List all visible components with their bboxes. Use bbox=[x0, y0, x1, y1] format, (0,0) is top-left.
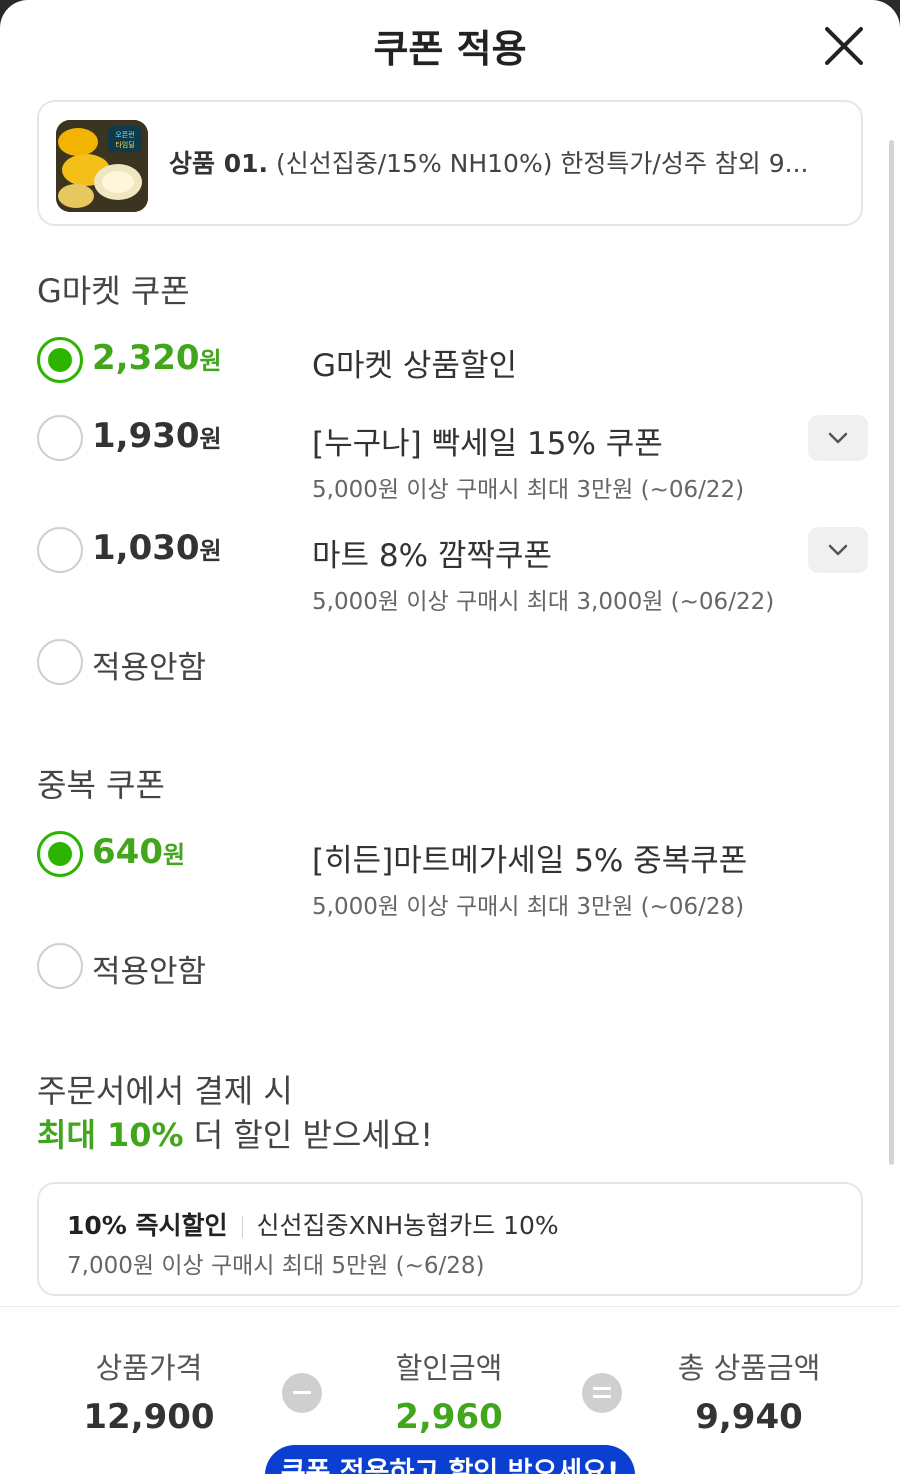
chevron-down-icon bbox=[828, 544, 848, 556]
amount-unit: 원 bbox=[199, 537, 222, 565]
radio-gmarket-none[interactable] bbox=[37, 639, 83, 685]
amount-value: 1,930 bbox=[92, 416, 200, 456]
apply-coupon-button[interactable]: 쿠폰 적용하고 할인 받으세요! bbox=[265, 1445, 635, 1474]
price-summary: 상품가격 12,900 할인금액 2,960 총 상품금액 9,940 쿠폰 적… bbox=[0, 1306, 900, 1474]
radio-gmarket-2320[interactable] bbox=[37, 337, 83, 383]
scrollbar[interactable] bbox=[889, 140, 894, 1165]
coupon-amount: 2,320원 bbox=[92, 338, 222, 378]
radio-gmarket-1930[interactable] bbox=[37, 415, 83, 461]
promo-rest: 더 할인 받으세요! bbox=[183, 1116, 434, 1154]
thumb-text-1: 오픈런 bbox=[115, 130, 134, 139]
card-offer-box: 10% 즉시할인 신선집중XNH농협카드 10% 7,000원 이상 구매시 최대… bbox=[37, 1182, 863, 1296]
card-offer-condition: 7,000원 이상 구매시 최대 5만원 (~6/28) bbox=[67, 1253, 485, 1279]
promo-text: 주문서에서 결제 시 bbox=[37, 1072, 293, 1110]
radio-duplicate-none[interactable] bbox=[37, 943, 83, 989]
promo-highlight: 최대 10% bbox=[37, 1116, 184, 1154]
total-label: 총 상품금액 bbox=[677, 1351, 821, 1385]
radio-gmarket-1030[interactable] bbox=[37, 527, 83, 573]
amount-value: 1,030 bbox=[92, 528, 200, 568]
gmarket-coupon-title: G마켓 쿠폰 bbox=[37, 272, 190, 310]
product-card: 오픈런 타임딜 상품 01. (신선집중/15% NH10%) 한정특가/성주 … bbox=[37, 100, 863, 226]
promo-highlight-text: 최대 10% 더 할인 받으세요! bbox=[37, 1110, 433, 1156]
coupon-name: [누구나] 빡세일 15% 쿠폰 bbox=[312, 426, 663, 462]
amount-unit: 원 bbox=[199, 425, 222, 453]
coupon-amount: 1,030원 bbox=[92, 528, 222, 568]
close-icon[interactable] bbox=[820, 22, 868, 70]
coupon-condition: 5,000원 이상 구매시 최대 3만원 (~06/22) bbox=[312, 477, 745, 503]
amount-unit: 원 bbox=[199, 347, 222, 375]
duplicate-coupon-title: 중복 쿠폰 bbox=[37, 766, 165, 804]
total-value: 9,940 bbox=[695, 1397, 803, 1437]
chevron-down-icon bbox=[828, 432, 848, 444]
no-coupon-label: 적용안함 bbox=[92, 954, 207, 990]
discount-value: 2,960 bbox=[395, 1397, 503, 1437]
discount-label: 할인금액 bbox=[395, 1351, 503, 1385]
thumb-text-2: 타임딜 bbox=[115, 140, 134, 149]
price-label: 상품가격 bbox=[95, 1351, 203, 1385]
coupon-amount: 1,930원 bbox=[92, 416, 222, 456]
divider bbox=[241, 1216, 243, 1238]
card-offer-name: 신선집중XNH농협카드 10% bbox=[256, 1211, 559, 1240]
product-name: (신선집중/15% NH10%) 한정특가/성주 참외 9... bbox=[275, 149, 809, 178]
page-title: 쿠폰 적용 bbox=[373, 27, 527, 71]
minus-icon bbox=[282, 1373, 322, 1413]
price-value: 12,900 bbox=[83, 1397, 215, 1437]
product-title: 상품 01. (신선집중/15% NH10%) 한정특가/성주 참외 9... bbox=[169, 144, 808, 180]
card-offer-badge: 10% 즉시할인 bbox=[67, 1211, 228, 1240]
coupon-condition: 5,000원 이상 구매시 최대 3,000원 (~06/22) bbox=[312, 589, 775, 615]
no-coupon-label: 적용안함 bbox=[92, 650, 207, 686]
coupon-sheet: 쿠폰 적용 오픈런 타임딜 상품 01. (신선집중/15% NH10%) 한정… bbox=[0, 0, 900, 1474]
coupon-name: [히든]마트메가세일 5% 중복쿠폰 bbox=[312, 843, 748, 879]
amount-value: 2,320 bbox=[92, 338, 200, 378]
radio-duplicate-640[interactable] bbox=[37, 831, 83, 877]
amount-unit: 원 bbox=[162, 841, 186, 869]
expand-coupon-button[interactable] bbox=[808, 527, 868, 573]
product-number: 상품 01. bbox=[169, 149, 268, 178]
coupon-condition: 5,000원 이상 구매시 최대 3만원 (~06/28) bbox=[312, 894, 745, 920]
coupon-name: 마트 8% 깜짝쿠폰 bbox=[312, 538, 553, 574]
coupon-amount: 640원 bbox=[92, 832, 185, 872]
expand-coupon-button[interactable] bbox=[808, 415, 868, 461]
card-offer-line: 10% 즉시할인 신선집중XNH농협카드 10% bbox=[67, 1206, 559, 1242]
amount-value: 640 bbox=[92, 832, 163, 872]
coupon-name: G마켓 상품할인 bbox=[312, 348, 517, 384]
product-thumbnail: 오픈런 타임딜 bbox=[56, 120, 148, 212]
equals-icon bbox=[582, 1373, 622, 1413]
